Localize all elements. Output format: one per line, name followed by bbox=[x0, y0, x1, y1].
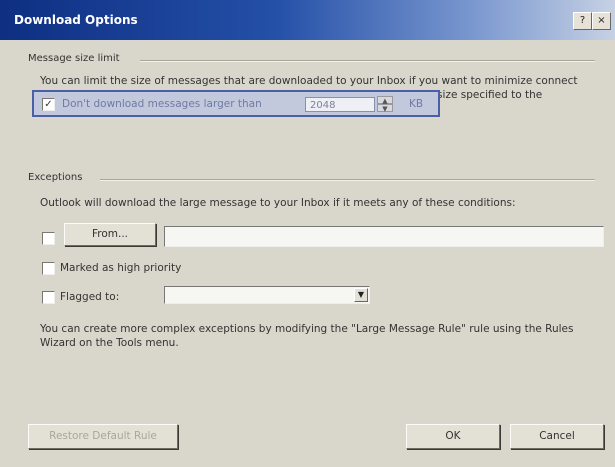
size-unit-label: KB bbox=[409, 98, 424, 110]
spinner-down-icon[interactable]: ▼ bbox=[377, 104, 393, 113]
size-limit-checkbox[interactable]: ✓ bbox=[42, 98, 55, 111]
high-priority-checkbox[interactable] bbox=[42, 262, 55, 275]
chevron-down-icon[interactable]: ▼ bbox=[354, 288, 368, 302]
title-bar: Download Options ? × bbox=[0, 0, 615, 40]
from-button[interactable]: From... bbox=[64, 223, 156, 246]
exceptions-footer-text: You can create more complex exceptions b… bbox=[40, 323, 574, 349]
from-checkbox[interactable] bbox=[42, 232, 55, 245]
high-priority-label: Marked as high priority bbox=[60, 262, 182, 274]
exceptions-description: Outlook will download the large message … bbox=[40, 197, 516, 209]
help-icon[interactable]: ? bbox=[573, 12, 592, 30]
cancel-button[interactable]: Cancel bbox=[510, 424, 604, 449]
size-limit-spinner[interactable]: ▲ ▼ bbox=[377, 96, 393, 113]
size-limit-checkbox-label: Don't download messages larger than bbox=[62, 98, 262, 110]
restore-default-rule-button[interactable]: Restore Default Rule bbox=[28, 424, 178, 449]
flagged-checkbox[interactable] bbox=[42, 291, 55, 304]
close-icon[interactable]: × bbox=[592, 12, 611, 30]
group-divider bbox=[140, 60, 595, 62]
spinner-up-icon[interactable]: ▲ bbox=[377, 96, 393, 105]
size-limit-input[interactable]: 2048 bbox=[305, 97, 375, 112]
exceptions-group-label: Exceptions bbox=[28, 172, 87, 183]
group-divider bbox=[100, 179, 595, 181]
ok-button[interactable]: OK bbox=[406, 424, 500, 449]
flagged-dropdown[interactable]: ▼ bbox=[164, 286, 370, 304]
size-limit-group-label: Message size limit bbox=[28, 53, 124, 64]
flagged-label: Flagged to: bbox=[60, 291, 120, 303]
window-title: Download Options bbox=[14, 13, 138, 27]
from-field[interactable] bbox=[164, 226, 604, 247]
